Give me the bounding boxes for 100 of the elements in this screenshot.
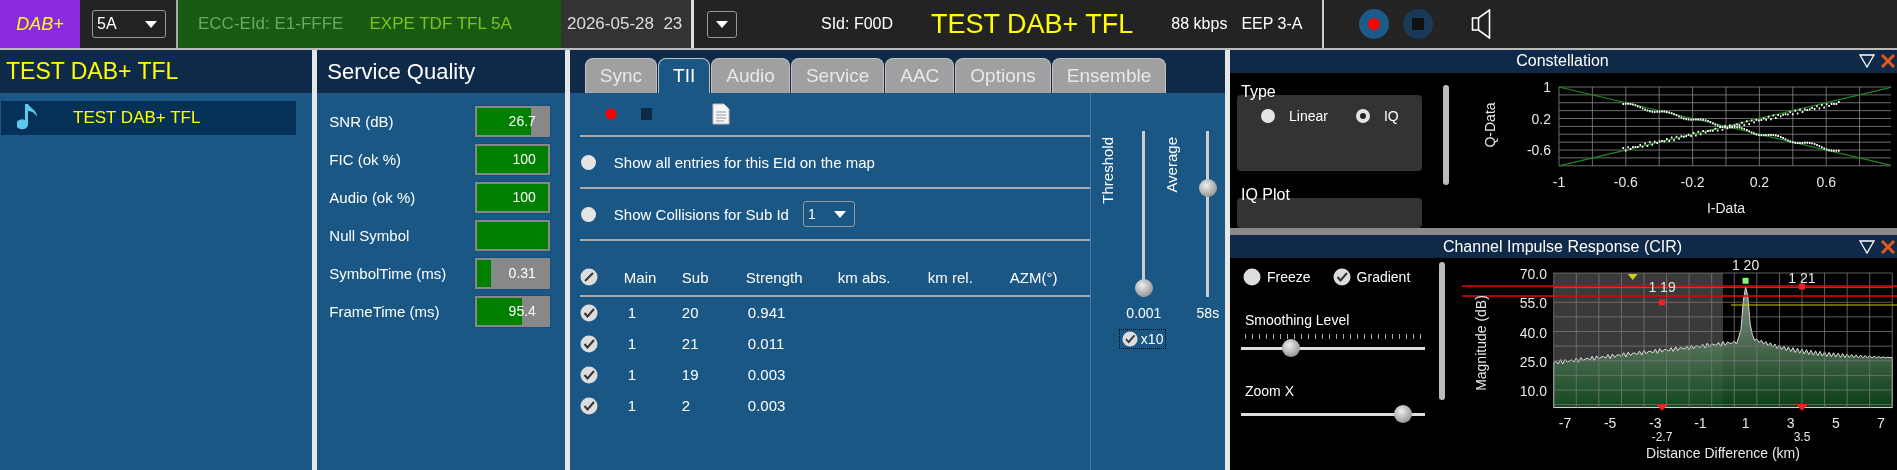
axis-tick-label: 3 (1786, 415, 1795, 431)
tab[interactable]: TII (658, 58, 711, 93)
record-icon (1368, 18, 1381, 30)
metric-value: 100 (512, 189, 536, 205)
table-cell-text: 0.941 (747, 304, 787, 321)
axis-title: I-Data (1706, 199, 1746, 216)
select-all-checkbox[interactable] (579, 268, 598, 286)
gradient-checkbox[interactable]: Gradient (1332, 268, 1411, 286)
table-cell-text: 21 (681, 335, 700, 352)
slider-label: Threshold (1098, 137, 1116, 204)
row-checkbox[interactable] (579, 396, 598, 415)
document-icon[interactable] (711, 103, 730, 125)
column-header: Main (623, 268, 658, 286)
radio-button[interactable] (580, 154, 596, 170)
table-cell-text: 20 (681, 304, 700, 321)
caret-icon (716, 20, 728, 28)
metric-value: 100 (512, 151, 536, 167)
column-header: km abs. (837, 268, 892, 286)
metric-label: FrameTime (ms) (329, 303, 440, 320)
axis-tick-label: -0.6 (1613, 173, 1638, 190)
option-label: Show Collisions for Sub Id (613, 205, 789, 223)
slider-label: Smoothing Level (1245, 312, 1351, 328)
slider-label: Zoom X (1245, 383, 1295, 399)
metric-label: FIC (ok %) (329, 151, 401, 168)
metric-value: 26.7 (508, 113, 536, 129)
axis-title: Magnitude (dB) (1473, 295, 1489, 391)
table-cell-text: 1 (627, 397, 638, 414)
axis-tick-label: -3 (1649, 415, 1662, 431)
scrollbar[interactable] (1443, 84, 1449, 185)
x10-checkbox[interactable]: x10 (1118, 329, 1167, 349)
axis-tick-label: -7 (1558, 415, 1572, 431)
dropdown-button[interactable] (707, 10, 737, 38)
table-cell-text: 0.003 (747, 366, 787, 383)
row-checkbox[interactable] (579, 303, 598, 322)
axis-tick-label: 40.0 (1519, 324, 1547, 341)
checkbox-icon (1243, 268, 1261, 286)
caret-icon (145, 20, 157, 28)
slider-thumb[interactable] (1393, 405, 1412, 423)
marker-distance: -2.7 (1651, 430, 1673, 444)
radio-label: Linear (1289, 107, 1328, 124)
close-icon[interactable] (1881, 239, 1895, 254)
row-checkbox[interactable] (579, 365, 598, 384)
channel-select[interactable]: 5A (92, 10, 166, 38)
marker-label: 1 21 (1788, 270, 1816, 286)
column-header: AZM(°) (1009, 268, 1058, 286)
panel-title: TEST DAB+ TFL (6, 58, 179, 85)
slider-thumb[interactable] (1198, 179, 1217, 198)
axis-tick-label: 0.6 (1816, 173, 1836, 190)
radio-button[interactable] (1355, 108, 1370, 123)
group-label: IQ Plot (1241, 186, 1290, 204)
marker-label: 1 20 (1731, 258, 1760, 273)
radio-label: IQ (1383, 107, 1399, 124)
slider-thumb[interactable] (1281, 339, 1300, 357)
record-button[interactable] (1359, 9, 1390, 39)
splitter-bar[interactable] (1230, 227, 1897, 236)
table-cell-text: 19 (681, 366, 700, 383)
sub-id-select[interactable]: 1 (802, 201, 855, 227)
axis-tick-label: 10.0 (1519, 383, 1547, 399)
axis-tick-label: -0.2 (1680, 173, 1705, 190)
collapse-icon[interactable] (1859, 239, 1875, 254)
radio-button[interactable] (580, 206, 596, 222)
service-list-item[interactable]: TEST DAB+ TFL (1, 101, 297, 135)
close-icon[interactable] (1881, 54, 1895, 69)
axis-tick-label: 25.0 (1519, 353, 1547, 370)
stop-icon (1412, 18, 1425, 30)
freeze-checkbox[interactable]: Freeze (1243, 268, 1311, 286)
radio-button[interactable] (1261, 108, 1275, 123)
window-title: Constellation (1515, 52, 1610, 71)
metric-label: SNR (dB) (329, 113, 394, 130)
axis-tick-label: 5 (1831, 415, 1840, 431)
bitrate: 88 kbps (1171, 15, 1228, 33)
collapse-icon[interactable] (1859, 54, 1875, 69)
slider-value: 58s (1196, 305, 1220, 321)
option-label: Show all entries for this EId on the map (613, 153, 875, 171)
axis-tick-label: 55.0 (1519, 295, 1547, 312)
marker-triangle-icon (1627, 274, 1638, 280)
column-header: km rel. (927, 268, 974, 286)
row-checkbox[interactable] (579, 334, 598, 353)
metric-value: 0.31 (508, 265, 536, 281)
axis-title: Distance Difference (km) (1646, 445, 1800, 461)
table-cell-text: 0.011 (747, 335, 786, 352)
group-label: Type (1241, 82, 1276, 101)
axis-tick-label: 70.0 (1519, 266, 1547, 282)
metric-label: SymbolTime (ms) (329, 265, 447, 282)
marker-distance: 3.5 (1793, 430, 1811, 444)
axis-tick-label: -5 (1603, 415, 1617, 431)
service-id: SId: F00D (821, 15, 894, 33)
scrollbar[interactable] (1439, 262, 1445, 400)
slider-thumb[interactable] (1134, 279, 1153, 297)
axis-tick-label: 1 (1543, 78, 1551, 95)
peak-marker (1799, 283, 1805, 290)
axis-tick-label: 7 (1877, 415, 1885, 431)
axis-tick-label: 0.2 (1749, 173, 1770, 190)
service-name: TEST DAB+ TFL (931, 8, 1134, 40)
table-cell-text: 1 (627, 335, 638, 352)
protection-level: EEP 3-A (1241, 15, 1303, 33)
caret-icon (833, 210, 846, 218)
slider-value: 0.001 (1126, 305, 1162, 321)
peak-marker (1659, 299, 1666, 306)
checkbox-icon (1121, 331, 1138, 347)
